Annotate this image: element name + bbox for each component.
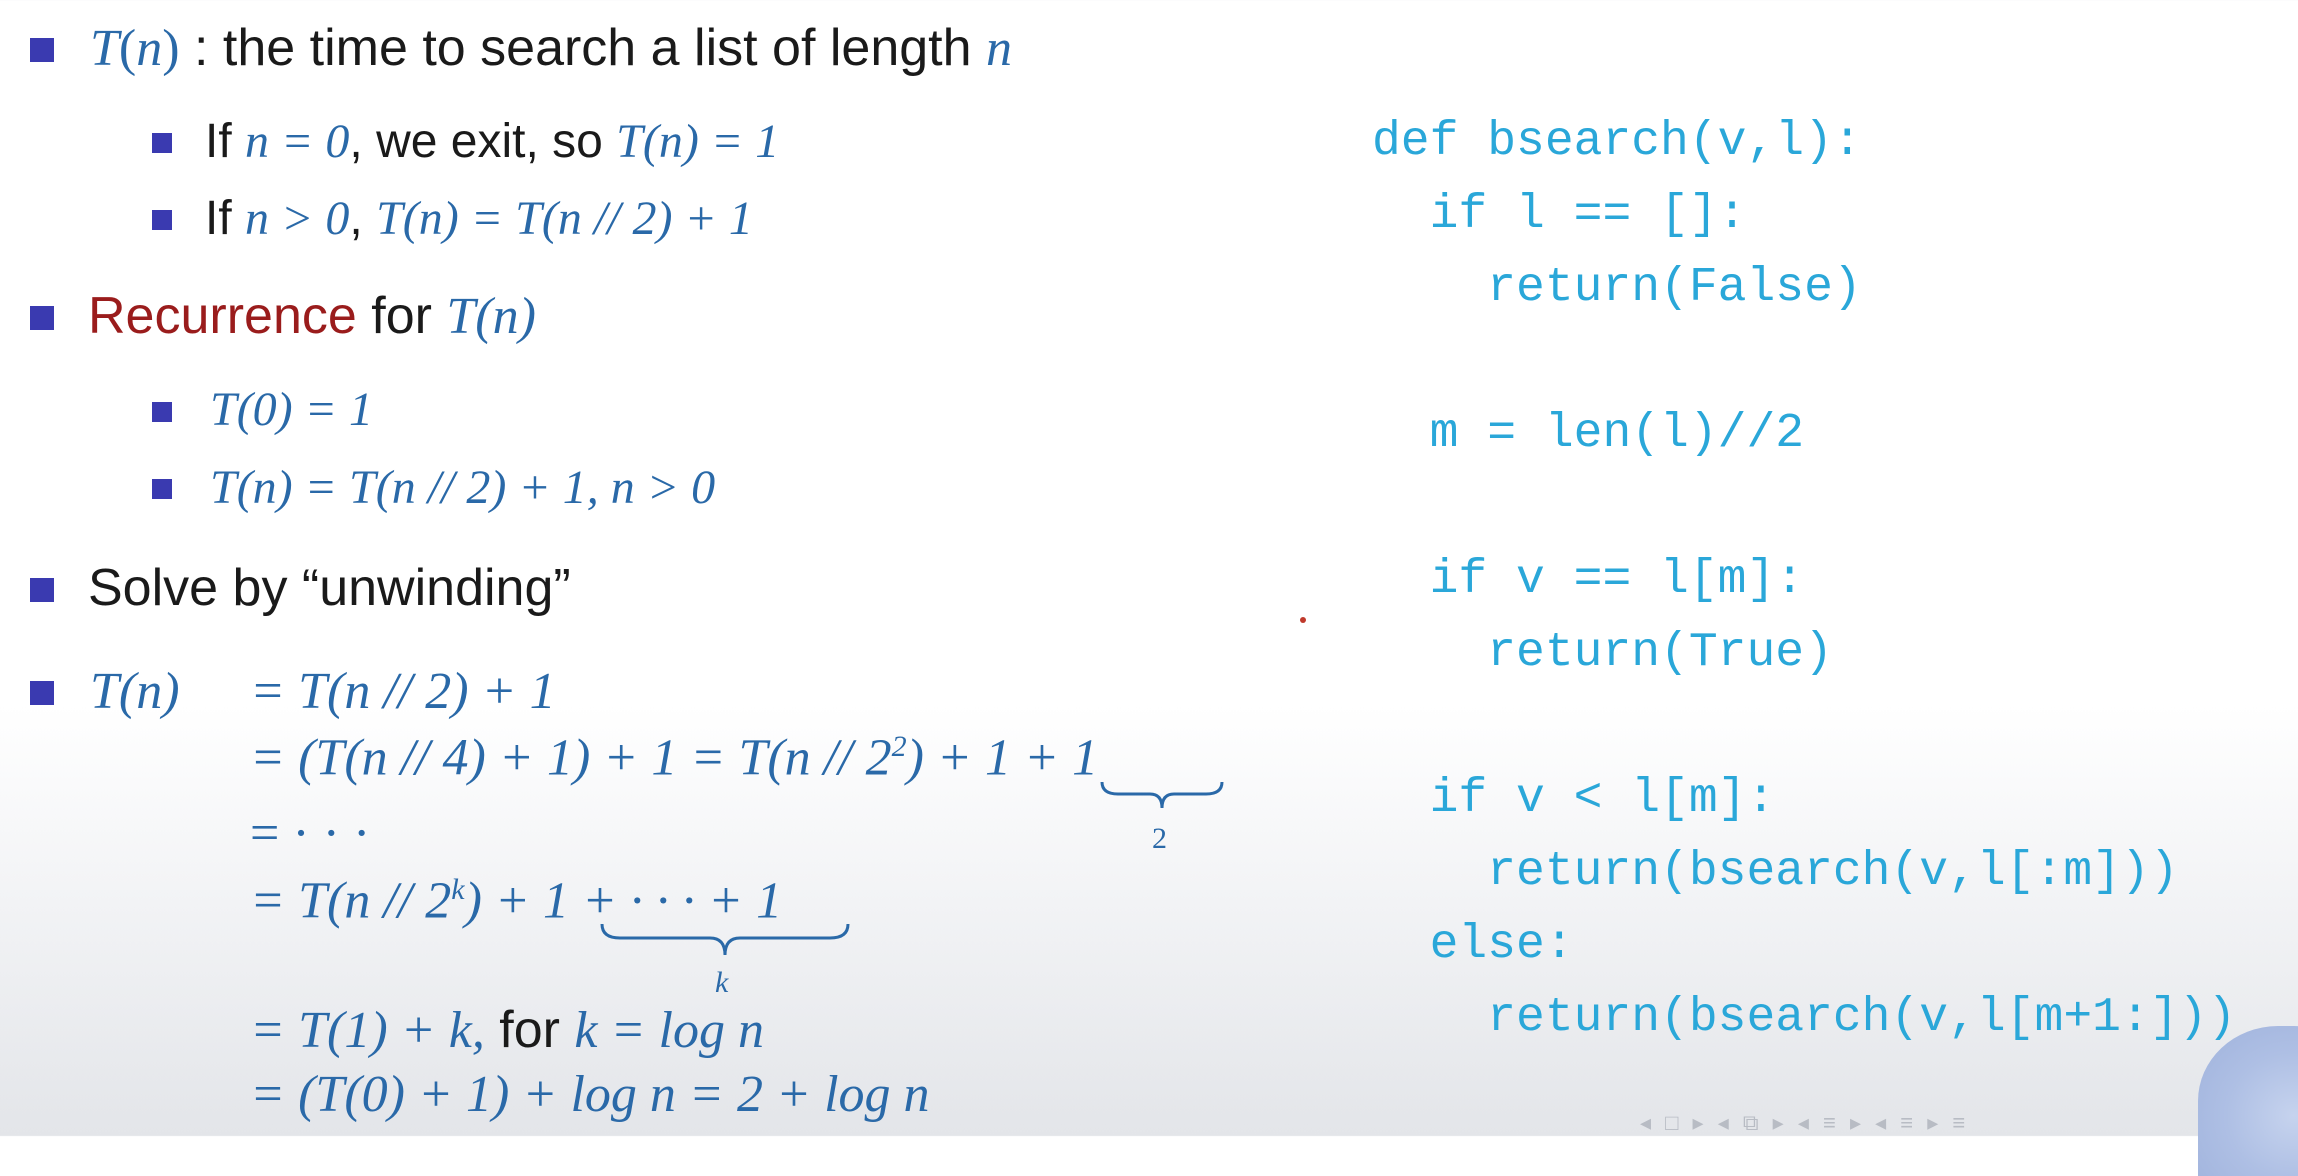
- code-line: if l == []:: [1372, 188, 1747, 242]
- code-line: def bsearch(v,l):: [1372, 115, 1862, 169]
- underbrace-label: 2: [1152, 822, 1167, 855]
- bullet-square-icon: [152, 479, 172, 499]
- beamer-navigation-icons[interactable]: ◂ □ ▸ ◂ ⧉ ▸ ◂ ≡ ▸ ◂ ≡ ▸ ≡: [1640, 1110, 1969, 1136]
- bullet-tn-definition: T(n) : the time to search a list of leng…: [90, 19, 1012, 77]
- underbrace-label: k: [715, 966, 729, 999]
- underbrace: [1100, 781, 1224, 809]
- bullet-square-icon: [30, 578, 54, 602]
- code-line: else:: [1372, 918, 1574, 972]
- derivation-line-5: = T(1) + k, for k = log n: [250, 1001, 765, 1059]
- code-line: if v < l[m]:: [1372, 772, 1776, 826]
- code-line: return(False): [1372, 261, 1862, 315]
- code-line: return(True): [1372, 626, 1833, 680]
- bullet-square-icon: [30, 306, 54, 330]
- derivation-line-3: = · · ·: [250, 805, 371, 862]
- recurrence-step: T(n) = T(n // 2) + 1, n > 0: [210, 461, 716, 514]
- recurrence-base-case: T(0) = 1: [210, 383, 374, 436]
- derivation-lhs: T(n): [90, 663, 180, 720]
- code-line: m = len(l)//2: [1372, 407, 1805, 461]
- derivation-line-2: = (T(n // 4) + 1) + 1 = T(n // 22) + 1 +…: [250, 729, 1099, 787]
- laser-pointer-dot: [1300, 617, 1306, 623]
- code-line: return(bsearch(v,l[m+1:])): [1372, 991, 2237, 1045]
- bullet-square-icon: [30, 38, 54, 62]
- solve-heading: Solve by “unwinding”: [88, 559, 571, 617]
- bullet-square-icon: [30, 681, 54, 705]
- bullet-square-icon: [152, 133, 172, 153]
- bullet-square-icon: [152, 210, 172, 230]
- bullet-square-icon: [152, 402, 172, 422]
- derivation-line-4: = T(n // 2k) + 1 + · · · + 1: [250, 872, 783, 930]
- recurrence-heading: Recurrence for T(n): [88, 287, 536, 345]
- underbrace: [600, 923, 850, 956]
- code-line: if v == l[m]:: [1372, 553, 1805, 607]
- derivation-line-1: = T(n // 2) + 1: [250, 663, 556, 720]
- slide: T(n) : the time to search a list of leng…: [0, 0, 2298, 1176]
- case-n-zero: If n = 0, we exit, so T(n) = 1: [205, 115, 780, 168]
- code-line: return(bsearch(v,l[:m])): [1372, 845, 2179, 899]
- derivation-line-6: = (T(0) + 1) + log n = 2 + log n: [250, 1066, 930, 1123]
- presenter-silhouette: [2198, 1026, 2298, 1176]
- case-n-positive: If n > 0, T(n) = T(n // 2) + 1: [205, 192, 753, 245]
